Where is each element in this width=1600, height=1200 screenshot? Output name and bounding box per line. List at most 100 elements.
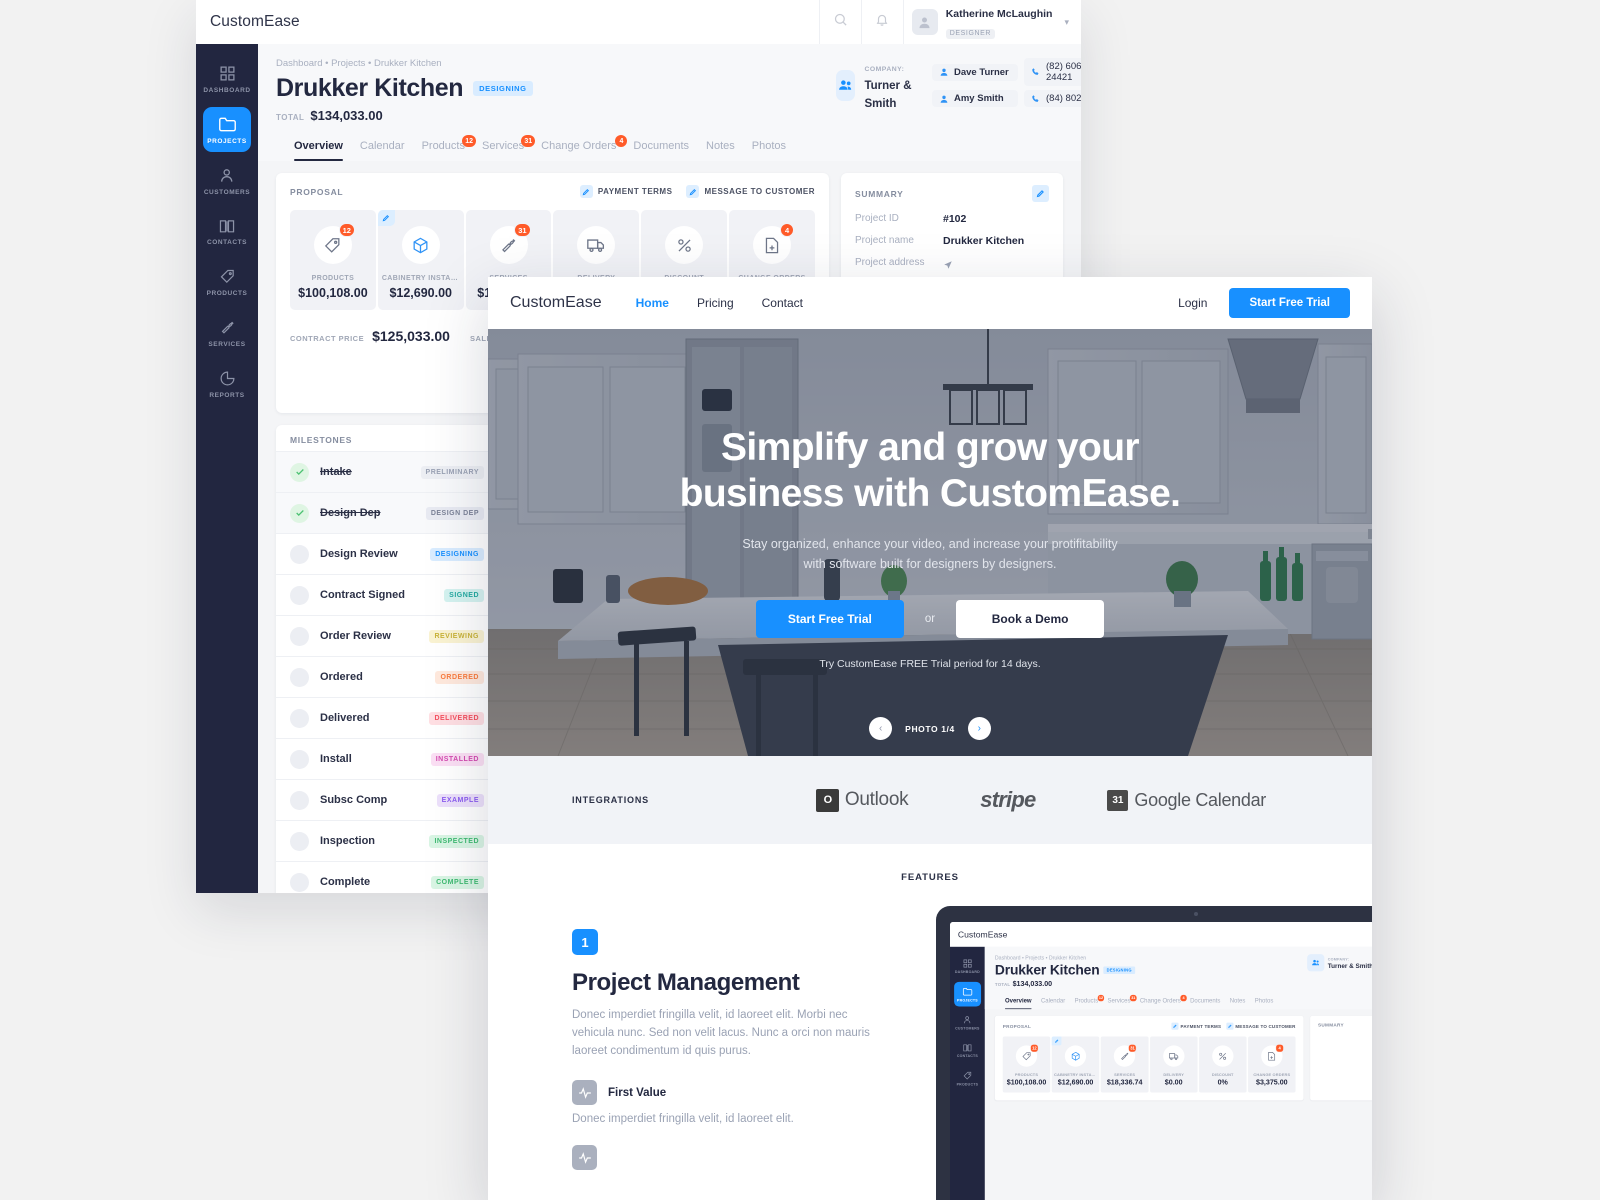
search-button[interactable] xyxy=(818,0,861,44)
mini-sidebar-item-products[interactable]: PRODUCTS xyxy=(954,1066,981,1091)
contact-row: Dave Turner (82) 606-24421 daveturner@gm… xyxy=(932,58,1081,86)
user-profile-menu[interactable]: Katherine McLaughin DESIGNER ▾ xyxy=(902,0,1081,44)
mini-tab-services[interactable]: Services 31 xyxy=(1108,994,1137,1009)
mini-card-delivery[interactable]: DELIVERY $0.00 xyxy=(1149,1036,1198,1093)
chevron-left-icon[interactable]: ‹ xyxy=(869,717,893,740)
milestone-row[interactable]: Design Review DESIGNING xyxy=(276,533,498,574)
activity-icon xyxy=(572,1080,597,1106)
milestone-row[interactable]: Inspection INSPECTED xyxy=(276,820,498,861)
mini-sidebar-item-customers[interactable]: CUSTOMERS xyxy=(954,1010,981,1035)
sidebar-item-reports[interactable]: REPORTS xyxy=(203,361,251,406)
milestone-name: Subsc Comp xyxy=(320,794,388,806)
nav-link-contact[interactable]: Contact xyxy=(762,296,803,310)
mini-card-products[interactable]: 12 PRODUCTS $100,108.00 xyxy=(1002,1036,1051,1093)
mini-sidebar-item-contacts[interactable]: CONTACTS xyxy=(954,1038,981,1062)
contact-name-pill[interactable]: Amy Smith xyxy=(932,90,1018,107)
feature-item: First Value Donec imperdiet fringilla ve… xyxy=(572,1080,882,1125)
nav-link-pricing[interactable]: Pricing xyxy=(697,296,734,310)
total-label: TOTAL xyxy=(276,113,305,122)
outlook-label: Outlook xyxy=(844,789,909,810)
sidebar-item-products[interactable]: PRODUCTS xyxy=(203,259,251,304)
mini-payment-terms-button[interactable]: PAYMENT TERMS xyxy=(1171,1022,1222,1030)
payment-terms-label: PAYMENT TERMS xyxy=(597,187,673,196)
pencil-icon xyxy=(686,185,700,198)
or-separator: or xyxy=(924,612,936,625)
chevron-right-icon[interactable]: › xyxy=(967,717,991,740)
sidebar-item-customers[interactable]: CUSTOMERS xyxy=(203,158,251,203)
milestone-name: Design Dep xyxy=(320,507,381,519)
mini-card-change-orders[interactable]: 4 CHANGE ORDERS $3,375.00 xyxy=(1248,1036,1296,1093)
message-to-customer-button[interactable]: MESSAGE TO CUSTOMER xyxy=(686,185,815,198)
pencil-icon[interactable] xyxy=(1051,1036,1062,1046)
percent-icon xyxy=(1212,1045,1234,1067)
mini-dashboard-window: CustomEase DASHBOARD PROJECTS CUSTOMERS … xyxy=(950,922,1372,1200)
sidebar-item-contacts[interactable]: CONTACTS xyxy=(203,209,251,253)
hero-subheading: Stay organized, enhance your video, and … xyxy=(742,535,1117,574)
card-value: $12,690.00 xyxy=(389,286,453,300)
login-link[interactable]: Login xyxy=(1178,296,1207,310)
folder-icon xyxy=(962,987,973,996)
milestone-row[interactable]: Delivered DELIVERED xyxy=(276,697,498,738)
tab-services[interactable]: Services 31 xyxy=(482,135,536,161)
mini-card-discount[interactable]: DISCOUNT 0% xyxy=(1198,1036,1247,1093)
tab-documents[interactable]: Documents xyxy=(633,136,689,161)
notifications-button[interactable] xyxy=(860,0,903,44)
mini-tab-change-orders[interactable]: Change Orders 4 xyxy=(1140,994,1187,1009)
tab-label: Calendar xyxy=(1040,997,1066,1004)
tab-change-orders[interactable]: Change Orders 4 xyxy=(541,135,628,161)
sidebar-item-projects[interactable]: PROJECTS xyxy=(203,107,251,152)
empty-circle-icon xyxy=(290,708,309,728)
laptop-mockup: CustomEase DASHBOARD PROJECTS CUSTOMERS … xyxy=(936,906,1372,1200)
mini-tab-products[interactable]: Products 12 xyxy=(1075,994,1105,1009)
milestone-row[interactable]: Complete COMPLETE xyxy=(276,861,498,893)
mini-sidebar-item-dashboard[interactable]: DASHBOARD xyxy=(954,953,981,978)
tab-calendar[interactable]: Calendar xyxy=(360,136,405,161)
mini-sidebar-item-projects[interactable]: PROJECTS xyxy=(953,981,981,1007)
nav-link-home[interactable]: Home xyxy=(636,296,669,310)
hero-heading: Simplify and grow your business with Cus… xyxy=(680,425,1181,517)
contact-phone-pill[interactable]: (84) 802-89922 xyxy=(1024,90,1081,107)
milestone-row[interactable]: Design Dep DESIGN DEP xyxy=(276,492,498,533)
mini-tab-overview[interactable]: Overview xyxy=(1004,995,1032,1010)
book-a-demo-button[interactable]: Book a Demo xyxy=(956,599,1105,638)
landing-logo: CustomEase xyxy=(510,294,602,311)
tab-products[interactable]: Products 12 xyxy=(422,135,476,161)
pencil-icon[interactable] xyxy=(377,210,395,226)
sidebar-item-services[interactable]: SERVICES xyxy=(203,310,251,355)
proposal-card-products[interactable]: 12 PRODUCTS $100,108.00 xyxy=(290,210,376,310)
company-name: Turner & Smith xyxy=(864,80,912,110)
summary-edit-button[interactable] xyxy=(1032,185,1049,202)
check-icon xyxy=(290,462,309,482)
milestone-row[interactable]: Order Review REVIEWING xyxy=(276,615,498,656)
milestone-row[interactable]: Subsc Comp EXAMPLE xyxy=(276,779,498,820)
contact-phone-pill[interactable]: (82) 606-24421 xyxy=(1024,58,1081,86)
start-free-trial-hero-button[interactable]: Start Free Trial xyxy=(755,599,904,638)
contact-name-pill[interactable]: Dave Turner xyxy=(932,63,1018,81)
mini-tab-photos[interactable]: Photos xyxy=(1255,995,1274,1009)
hero-trial-note: Try CustomEase FREE Trial period for 14 … xyxy=(819,657,1041,670)
mini-message-button[interactable]: MESSAGE TO CUSTOMER xyxy=(1226,1022,1295,1030)
milestone-row[interactable]: Ordered ORDERED xyxy=(276,656,498,697)
milestone-tag: DESIGNING xyxy=(430,547,484,561)
sidebar-label: CONTACTS xyxy=(956,1054,978,1059)
tab-photos[interactable]: Photos xyxy=(752,136,786,161)
proposal-card-cabinetry-install[interactable]: CABINETRY INSTALL. $12,690.00 xyxy=(377,210,464,310)
payment-terms-button[interactable]: PAYMENT TERMS xyxy=(579,185,673,198)
tab-notes[interactable]: Notes xyxy=(706,136,735,161)
mini-tab-documents[interactable]: Documents xyxy=(1190,995,1220,1009)
milestone-tag: REVIEWING xyxy=(429,629,484,643)
mini-card-cabinetry[interactable]: CABINETRY INSTALL. $12,690.00 xyxy=(1051,1036,1100,1093)
mini-tab-calendar[interactable]: Calendar xyxy=(1041,995,1065,1009)
milestone-row[interactable]: Contract Signed SIGNED xyxy=(276,574,498,615)
tab-overview[interactable]: Overview xyxy=(294,136,343,161)
milestone-row[interactable]: Intake PRELIMINARY xyxy=(276,451,498,492)
mini-card-services[interactable]: 31 SERVICES $18,336.74 xyxy=(1100,1036,1149,1093)
sidebar-label: CONTACTS xyxy=(206,239,248,246)
start-free-trial-nav-button[interactable]: Start Free Trial xyxy=(1229,288,1350,318)
mini-tab-notes[interactable]: Notes xyxy=(1230,995,1246,1009)
sidebar-item-dashboard[interactable]: DASHBOARD xyxy=(203,56,251,101)
milestone-name: Intake xyxy=(320,466,352,478)
milestone-row[interactable]: Install INSTALLED xyxy=(276,738,498,779)
wrench-icon: 31 xyxy=(489,223,531,264)
summary-header: SUMMARY xyxy=(855,185,1049,202)
